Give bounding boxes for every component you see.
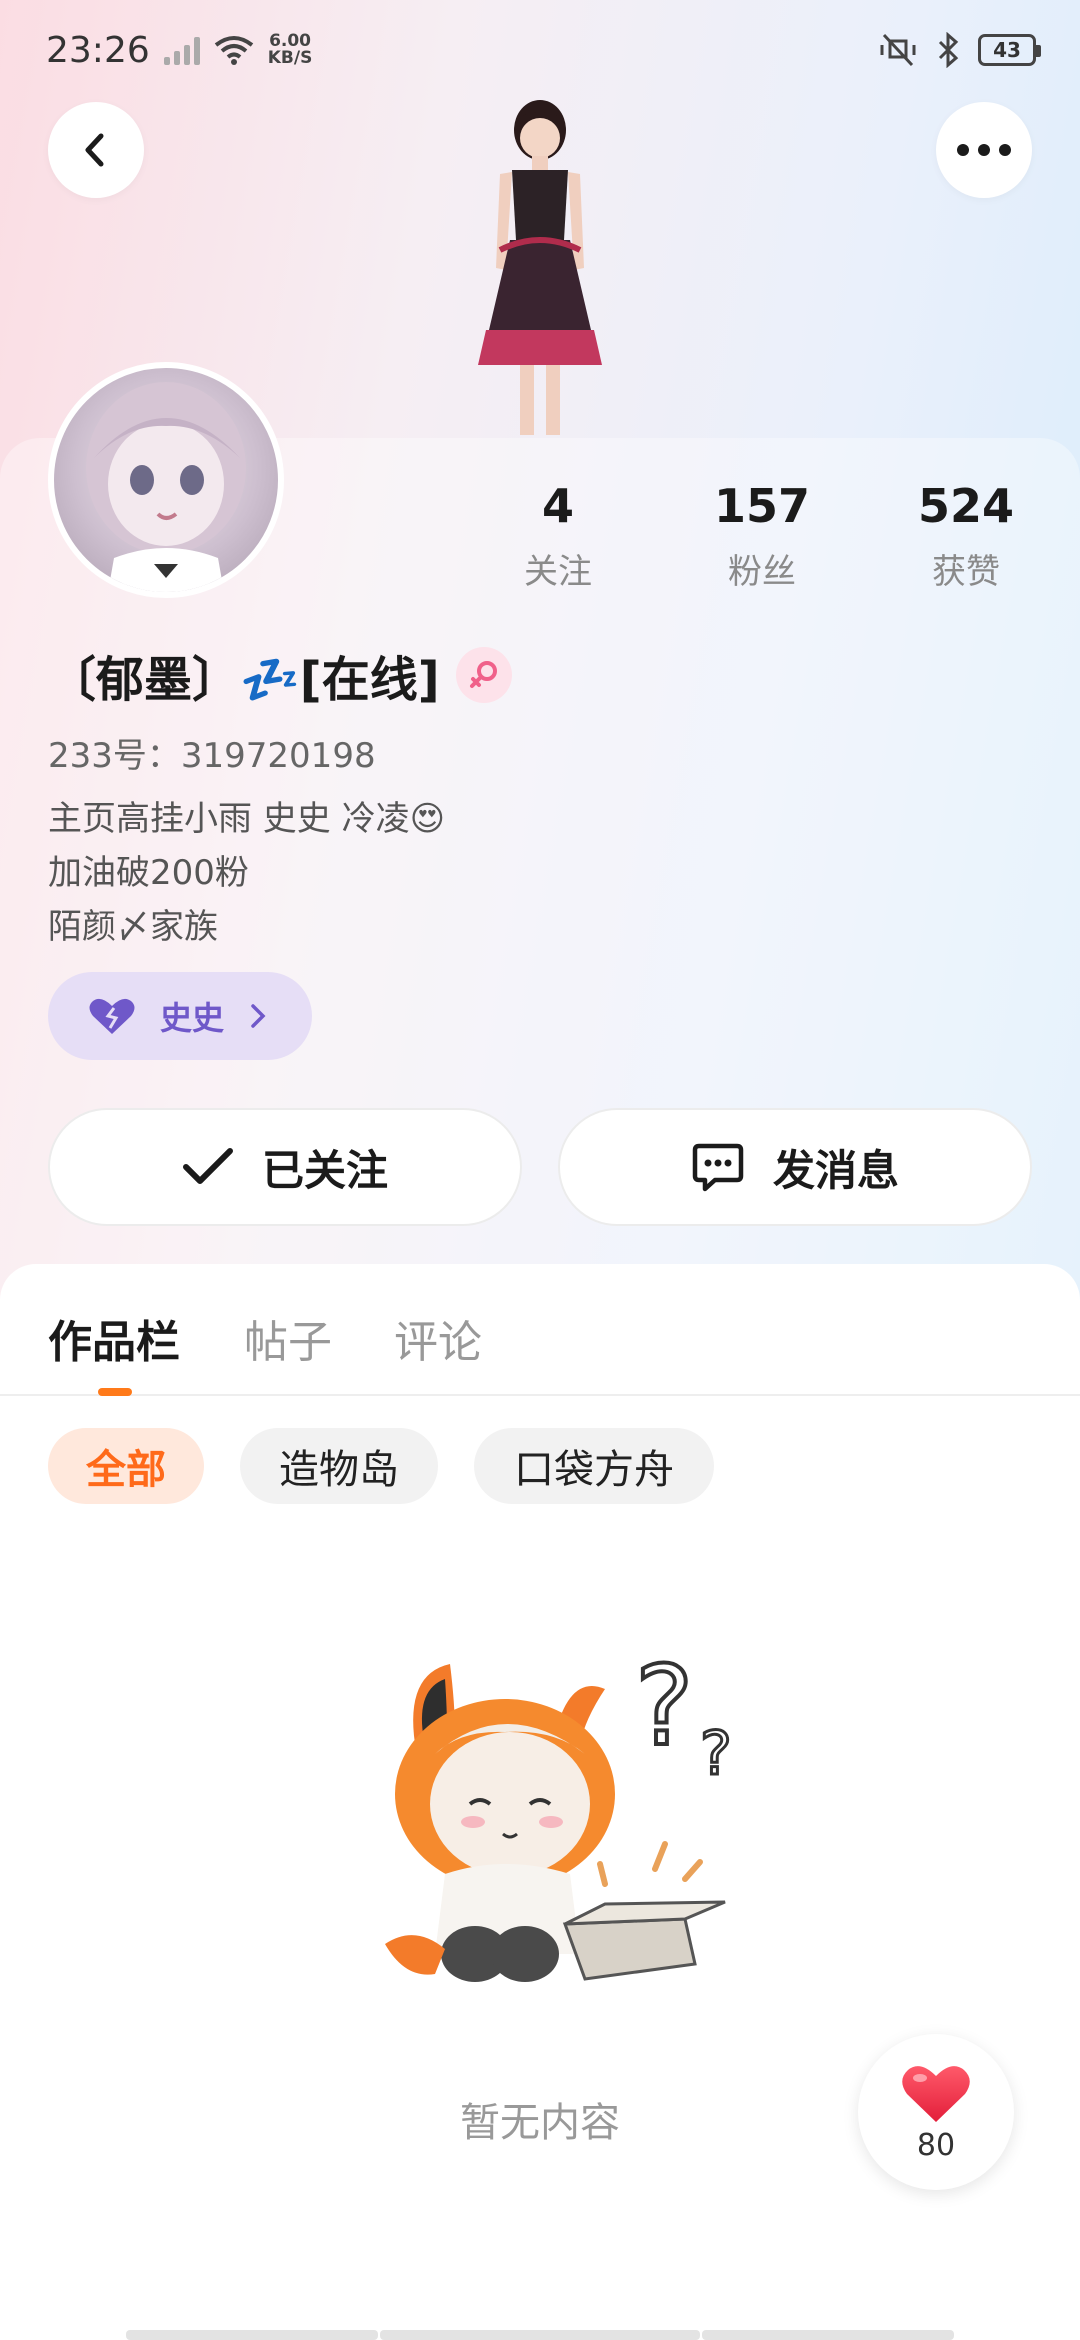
chevron-left-icon bbox=[85, 133, 104, 167]
username: 〔郁墨〕💤[在线] bbox=[48, 652, 440, 708]
status-time: 23:26 bbox=[46, 29, 150, 71]
wifi-icon bbox=[214, 36, 253, 65]
bottom-handle-segment bbox=[380, 2330, 700, 2340]
chevron-right-icon bbox=[251, 1004, 266, 1028]
relationship-tag[interactable]: 史史 bbox=[48, 972, 312, 1060]
username-row: 〔郁墨〕💤[在线] bbox=[48, 640, 512, 710]
bio-line: 加油破200粉 bbox=[48, 853, 249, 893]
follow-button[interactable]: 已关注 bbox=[48, 1108, 522, 1226]
stat-value: 524 bbox=[917, 479, 1015, 533]
bottom-handle-segment bbox=[702, 2330, 954, 2340]
tab-works[interactable]: 作品栏 bbox=[48, 1306, 180, 1370]
stat-value: 157 bbox=[713, 479, 811, 533]
avatar-image bbox=[86, 382, 246, 592]
filter-chip-pocket-ark[interactable]: 口袋方舟 bbox=[474, 1428, 714, 1504]
heart-icon bbox=[89, 998, 135, 1034]
filter-chip-creation-island[interactable]: 造物岛 bbox=[240, 1428, 438, 1504]
relationship-tag-label: 史史 bbox=[160, 999, 225, 1037]
svg-text:?: ? bbox=[635, 1642, 693, 1770]
bio-line: 主页高挂小雨 史史 冷凌😍 bbox=[48, 799, 446, 839]
bluetooth-icon bbox=[938, 32, 959, 68]
svg-text:?: ? bbox=[700, 1719, 732, 1789]
stat-likes[interactable]: 524 获赞 bbox=[876, 478, 1056, 593]
content-tabs: 作品栏 帖子 评论 bbox=[0, 1264, 1080, 1396]
tab-comments[interactable]: 评论 bbox=[394, 1306, 482, 1370]
follow-button-label: 已关注 bbox=[261, 1145, 388, 1195]
active-tab-indicator bbox=[98, 1388, 132, 1396]
tab-posts[interactable]: 帖子 bbox=[244, 1306, 332, 1370]
stat-label: 粉丝 bbox=[728, 552, 796, 592]
message-button[interactable]: 发消息 bbox=[558, 1108, 1032, 1226]
stat-label: 关注 bbox=[524, 552, 592, 592]
battery-icon: 43 bbox=[978, 34, 1041, 66]
avatar[interactable] bbox=[48, 362, 284, 598]
more-button[interactable] bbox=[936, 102, 1032, 198]
battery-level: 43 bbox=[993, 38, 1021, 62]
stat-following[interactable]: 4 关注 bbox=[468, 478, 648, 593]
net-speed: 6.00 KB/S bbox=[268, 33, 313, 67]
stat-followers[interactable]: 157 粉丝 bbox=[672, 478, 852, 593]
bottom-handle-segment bbox=[126, 2330, 378, 2340]
filter-chip-all[interactable]: 全部 bbox=[48, 1428, 204, 1504]
chat-bubble-icon bbox=[692, 1143, 744, 1192]
bio-line: 陌颜〆家族 bbox=[48, 907, 218, 947]
stat-label: 获赞 bbox=[932, 552, 1000, 592]
user-id: 233号：319720198 bbox=[48, 736, 376, 776]
mute-icon bbox=[880, 33, 916, 67]
back-button[interactable] bbox=[48, 102, 144, 198]
heart-icon bbox=[902, 2065, 970, 2122]
more-dots-icon bbox=[957, 144, 1011, 156]
net-speed-unit: KB/S bbox=[267, 48, 313, 68]
empty-state-illustration: ? ? bbox=[385, 1640, 733, 1982]
like-button[interactable]: 80 bbox=[858, 2034, 1014, 2190]
female-icon bbox=[455, 647, 512, 703]
stat-value: 4 bbox=[541, 479, 574, 533]
bio: 主页高挂小雨 史史 冷凌😍 加油破200粉 陌颜〆家族 bbox=[48, 792, 445, 954]
like-count: 80 bbox=[916, 2127, 956, 2163]
status-bar: 23:26 6.00 KB/S 43 bbox=[0, 0, 1080, 100]
signal-icon bbox=[163, 35, 200, 65]
avatar-character-figure bbox=[478, 100, 602, 435]
message-button-label: 发消息 bbox=[772, 1145, 899, 1195]
check-icon bbox=[182, 1148, 233, 1184]
